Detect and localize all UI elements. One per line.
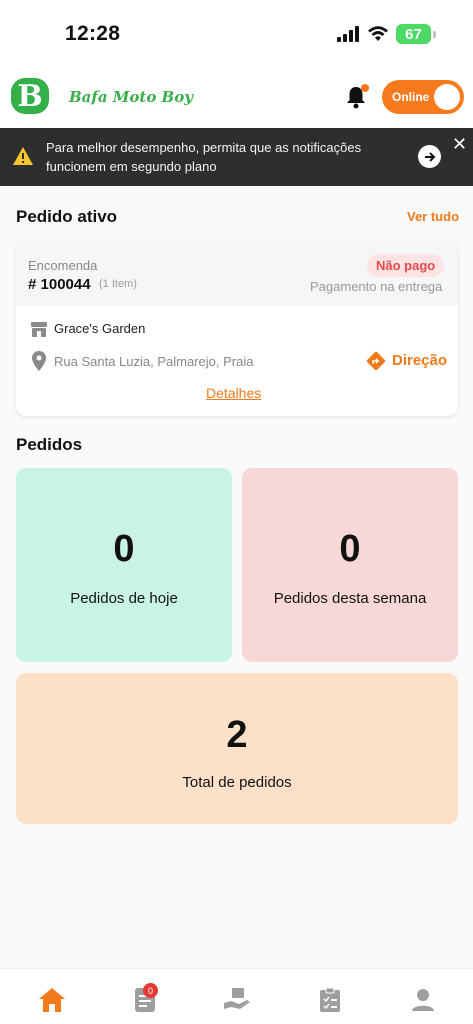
orders-badge: 0 — [143, 983, 158, 998]
toggle-label: Online — [392, 90, 430, 104]
order-id: # 100044 — [28, 276, 91, 293]
warning-icon — [13, 147, 33, 165]
total-orders-card: 2 Total de pedidos — [16, 673, 458, 824]
notification-dot — [361, 84, 369, 92]
store-icon — [31, 322, 47, 337]
active-order-title: Pedido ativo — [16, 207, 118, 226]
store-name: Grace's Garden — [54, 321, 146, 336]
today-orders-card: 0 Pedidos de hoje — [16, 468, 232, 662]
toggle-knob — [434, 84, 460, 110]
brand-name: Bafa Moto Boy — [69, 88, 193, 106]
close-icon[interactable]: ✕ — [452, 134, 467, 155]
details-link[interactable]: Detalhes — [206, 385, 261, 401]
orders-title: Pedidos — [16, 435, 83, 454]
profile-icon[interactable] — [408, 985, 438, 1015]
week-orders-count: 0 — [339, 528, 361, 570]
active-order-card[interactable]: Encomenda # 100044 (1 Item) Não pago Pag… — [16, 241, 458, 416]
total-orders-count: 2 — [226, 714, 248, 756]
payment-method: Pagamento na entrega — [310, 279, 443, 294]
battery-tip — [433, 31, 436, 38]
delivery-address: Rua Santa Luzia, Palmarejo, Praia — [54, 354, 254, 369]
app-header: B Bafa Moto Boy Online — [0, 64, 473, 128]
today-orders-label: Pedidos de hoje — [70, 590, 178, 607]
week-orders-card: 0 Pedidos desta semana — [242, 468, 458, 662]
order-type-label: Encomenda — [28, 258, 98, 273]
direction-icon[interactable] — [366, 351, 386, 371]
today-orders-count: 0 — [113, 528, 135, 570]
clipboard-icon[interactable] — [315, 985, 345, 1015]
online-toggle[interactable]: Online — [382, 80, 464, 114]
direction-button[interactable]: Direção — [392, 352, 447, 369]
home-icon[interactable] — [37, 985, 67, 1015]
status-bar: 12:28 67 — [0, 0, 473, 64]
total-orders-label: Total de pedidos — [182, 774, 292, 791]
week-orders-label: Pedidos desta semana — [273, 590, 427, 607]
notification-banner: Para melhor desempenho, permita que as n… — [0, 128, 473, 186]
delivery-icon[interactable] — [222, 985, 252, 1015]
signal-icon — [337, 26, 359, 42]
location-pin-icon — [32, 351, 46, 371]
banner-message: Para melhor desempenho, permita que as n… — [46, 140, 362, 174]
logo-icon: B — [11, 78, 49, 114]
payment-status-badge: Não pago — [367, 254, 445, 277]
arrow-right-icon[interactable] — [418, 145, 441, 168]
battery-icon: 67 — [396, 24, 431, 44]
order-item-count: (1 Item) — [99, 278, 137, 290]
see-all-link[interactable]: Ver tudo — [407, 209, 459, 224]
status-time: 12:28 — [65, 22, 121, 45]
bottom-tab-bar — [0, 968, 473, 1024]
wifi-icon — [368, 26, 388, 41]
